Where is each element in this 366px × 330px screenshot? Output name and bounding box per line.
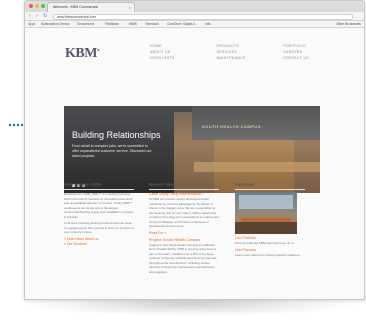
read-more-link[interactable]: Read For » (149, 231, 219, 236)
menu-item-about[interactable]: ABOUT US (150, 50, 217, 55)
menu-item-contact[interactable]: CONTACT US (283, 56, 350, 61)
bookmark-item[interactable]: ComStore: Digital A... (167, 21, 197, 27)
news-item-text: At KBM we provide custom developed carpe… (149, 197, 219, 228)
features-image[interactable] (235, 192, 297, 234)
other-bookmarks[interactable]: Other Bookmarks (336, 21, 361, 27)
bookmark-item[interactable]: Fieldbase (105, 21, 119, 27)
hero-photo-ledge (194, 162, 320, 172)
url-input[interactable]: www.kbmcommercial.com (53, 13, 353, 20)
menu-item-home[interactable]: HOME (150, 44, 217, 49)
welcome-paragraph: In all work involving flooring environme… (64, 221, 134, 234)
back-icon[interactable]: ‹ (29, 13, 31, 20)
web-page: KBM● HOME PRODUCTS PORTFOLIO ABOUT US SE… (25, 28, 364, 299)
menu-item-highlights[interactable]: HIGHLIGHTS (150, 56, 217, 61)
bookmark-item[interactable]: Showrecord (77, 21, 94, 27)
news-item-text: Calgary's new South Health Campus is a d… (149, 242, 217, 274)
tab-bar: Welcome - KBM Commercial × (25, 1, 364, 12)
forward-icon[interactable]: › (36, 13, 38, 20)
close-tab-icon[interactable]: × (129, 3, 131, 12)
menu-item-maintenance[interactable]: MAINTENANCE (217, 56, 284, 61)
our-services-link[interactable]: » Our Services (64, 242, 134, 247)
hero-title: Building Relationships (72, 130, 161, 140)
bookmarks-bar: Apps Subscription Genius Showrecord Fiel… (25, 21, 364, 28)
features-column: Features Our Portfolio Find out what the… (235, 182, 305, 259)
features-heading: Features (235, 182, 305, 190)
logo-text: KBM (65, 46, 97, 61)
news-item-title[interactable]: Case Study: Why Maintenance? (149, 192, 219, 196)
menu-item-services[interactable]: SERVICES (217, 50, 284, 55)
main-menu: HOME PRODUCTS PORTFOLIO ABOUT US SERVICE… (150, 44, 350, 61)
news-column: Recent News Case Study: Why Maintenance?… (149, 182, 219, 276)
features-text: Learn more about our industry-specific i… (235, 252, 302, 257)
browser-tab[interactable]: Welcome - KBM Commercial × (47, 2, 135, 12)
bookmark-item[interactable]: Apps (28, 21, 35, 27)
window-controls (29, 4, 45, 8)
site-logo[interactable]: KBM● (65, 46, 100, 62)
news-heading: Recent News (149, 182, 219, 190)
hero-text: From small to complex jobs, we're commit… (72, 144, 152, 158)
bookmark-item[interactable]: MWB (129, 21, 137, 27)
welcome-paragraph: Established in 1996, KBM™ is a leading b… (64, 192, 134, 219)
menu-item-careers[interactable]: CAREERS (283, 50, 350, 55)
bookmark-item[interactable]: Subscription Genius (41, 21, 70, 27)
hero-slider[interactable]: SOUTH HEALTH CAMPUS Building Relationshi… (64, 106, 320, 193)
process-link[interactable]: Our Process (235, 248, 305, 252)
address-bar: ‹ › ↻ www.kbmcommercial.com (25, 12, 364, 21)
hero-photo-wall (192, 106, 320, 140)
bookmark-item[interactable]: Timedock (145, 21, 159, 27)
news-item-title[interactable]: Project: South Health Campus (149, 238, 219, 242)
bookmark-item[interactable]: Inflo (205, 21, 211, 27)
reload-icon[interactable]: ↻ (43, 13, 47, 20)
welcome-column: Welcome to KBM Established in 1996, KBM™… (64, 182, 134, 247)
portfolio-link[interactable]: Our Portfolio (235, 236, 305, 240)
menu-item-products[interactable]: PRODUCTS (217, 44, 284, 49)
close-window-button[interactable] (29, 4, 33, 8)
features-image-floor (235, 222, 297, 234)
features-image-window (239, 195, 293, 209)
maximize-window-button[interactable] (41, 4, 45, 8)
hero-photo-sign: SOUTH HEALTH CAMPUS (202, 124, 261, 129)
browser-window: Welcome - KBM Commercial × ‹ › ↻ www.kbm… (24, 0, 365, 300)
welcome-heading: Welcome to KBM (64, 182, 134, 190)
features-text: Find out what the KBM team has been up t… (235, 241, 295, 245)
tab-title: Welcome - KBM Commercial (53, 5, 98, 9)
minimize-window-button[interactable] (35, 4, 39, 8)
menu-item-portfolio[interactable]: PORTFOLIO (283, 44, 350, 49)
